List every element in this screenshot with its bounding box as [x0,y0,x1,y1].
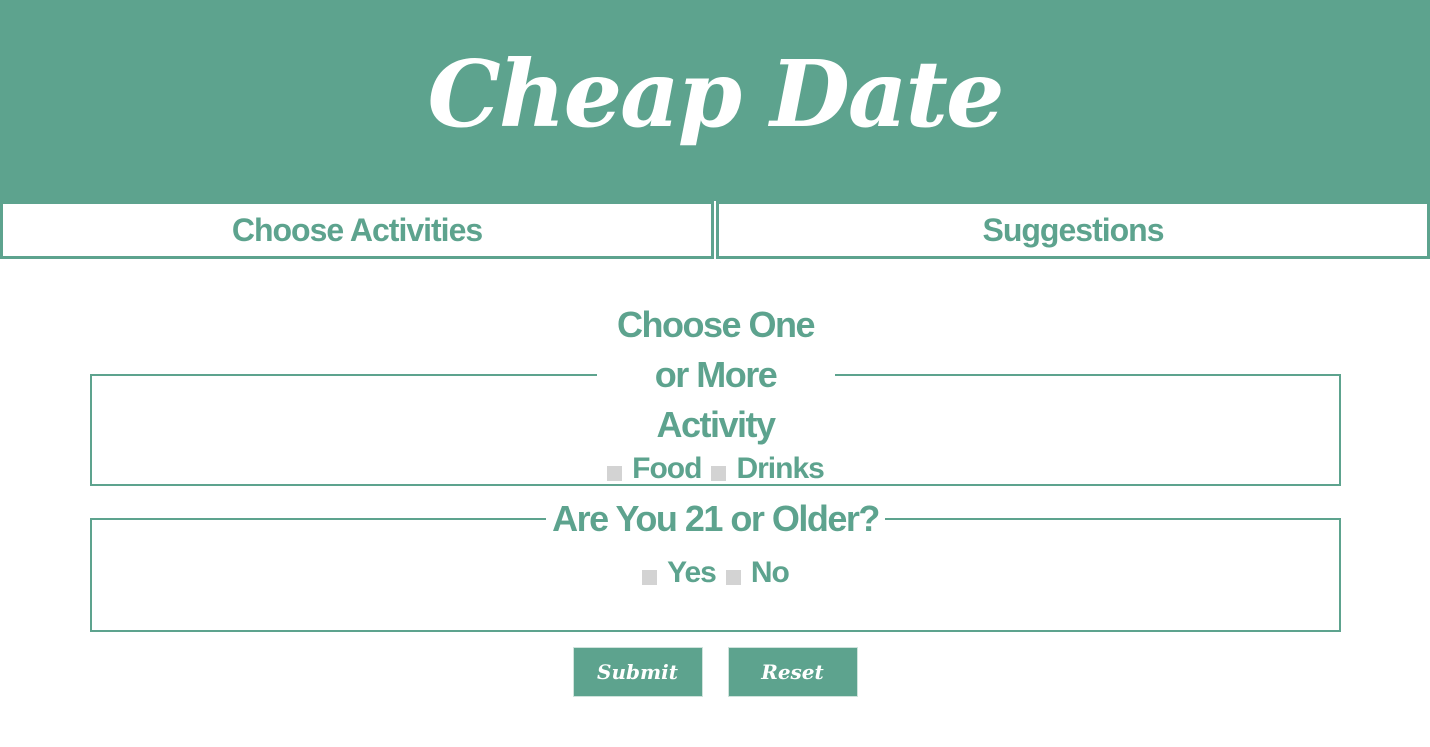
age-options: Yes No [92,556,1339,590]
nav-bar: Choose Activities Suggestions [0,201,1430,259]
yes-option[interactable]: Yes [642,556,717,590]
age-fieldset: Are You 21 or Older? Yes No [90,496,1341,632]
activity-options: Food Drinks [92,452,1339,486]
drinks-label: Drinks [736,452,824,485]
no-option[interactable]: No [725,556,790,590]
food-checkbox[interactable] [607,465,623,481]
drinks-option[interactable]: Drinks [711,452,825,486]
food-label: Food [632,452,702,485]
site-header: Cheap Date [0,0,1430,201]
no-checkbox[interactable] [725,569,741,585]
yes-label: Yes [667,556,717,589]
yes-checkbox[interactable] [642,569,658,585]
tab-suggestions[interactable]: Suggestions [716,201,1430,259]
tab-choose-activities[interactable]: Choose Activities [0,201,714,259]
submit-button[interactable]: Submit [572,647,703,697]
form-buttons: Submit Reset [0,647,1430,697]
activity-legend: Choose One or More Activity [616,304,816,445]
food-option[interactable]: Food [607,452,702,486]
drinks-checkbox[interactable] [711,465,727,481]
no-label: No [750,556,790,589]
site-title: Cheap Date [427,39,1004,148]
age-legend: Are You 21 or Older? [552,498,880,539]
reset-button[interactable]: Reset [727,647,858,697]
activity-fieldset: Choose One or More Activity Food Drinks [90,300,1341,486]
